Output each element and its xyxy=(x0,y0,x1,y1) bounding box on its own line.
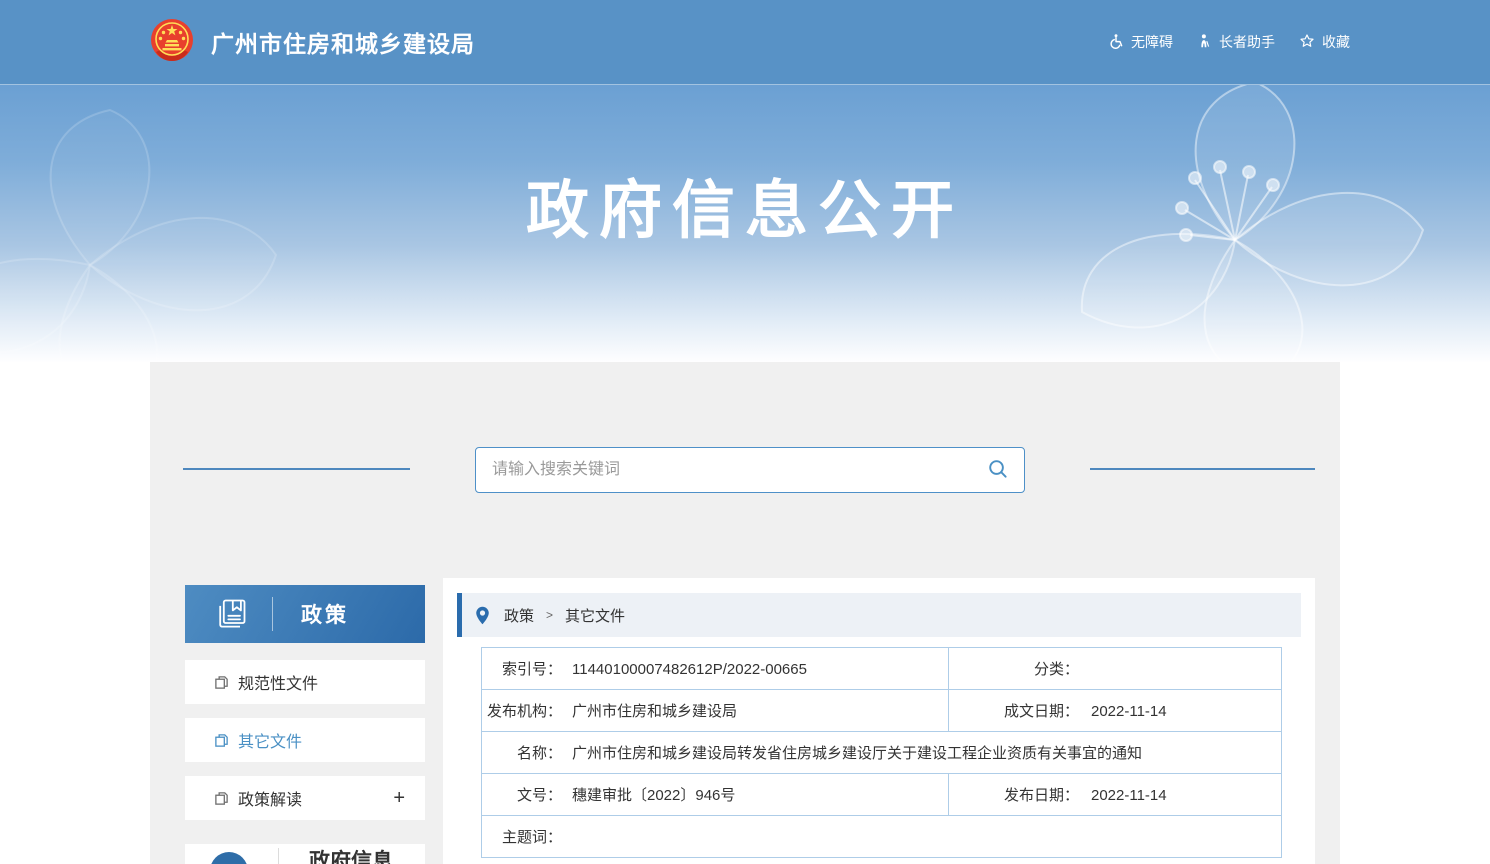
breadcrumb-current[interactable]: 其它文件 xyxy=(565,605,625,626)
search-button[interactable] xyxy=(971,457,1024,483)
sidebar-header-divider xyxy=(272,597,273,631)
page: 广州市住房和城乡建设局 无障碍 xyxy=(0,0,1490,864)
publish-date-label: 发布日期： xyxy=(949,784,1079,805)
top-header: 广州市住房和城乡建设局 无障碍 xyxy=(0,0,1490,85)
location-pin-icon xyxy=(475,606,490,625)
index-number-label: 索引号： xyxy=(482,658,562,679)
page-title: 政府信息公开 xyxy=(0,175,1490,247)
sidebar-section-title: 政策 xyxy=(301,599,349,629)
star-icon xyxy=(1299,33,1315,52)
publish-date-cell: 发布日期： 2022-11-14 xyxy=(949,774,1282,816)
document-name-value: 广州市住房和城乡建设局转发省住房城乡建设厅关于建设工程企业资质有关事宜的通知 xyxy=(572,745,1142,762)
site-title: 广州市住房和城乡建设局 xyxy=(211,25,475,59)
document-icon xyxy=(214,675,229,690)
doc-number-cell: 文号： 穗建审批〔2022〕946号 xyxy=(482,774,949,816)
content-panel: 政策 > 其它文件 索引号： 11440100007482612P/2022-00… xyxy=(443,578,1315,864)
sidebar-item-other-docs[interactable]: 其它文件 xyxy=(185,718,425,762)
breadcrumb: 政策 > 其它文件 xyxy=(457,593,1301,637)
menu-label: 规范性文件 xyxy=(238,670,318,694)
doc-number-value: 穗建审批〔2022〕946号 xyxy=(572,787,735,804)
accessibility-link[interactable]: 无障碍 xyxy=(1108,32,1173,52)
written-date-label: 成文日期： xyxy=(949,700,1079,721)
gov-info-icon xyxy=(210,852,248,864)
brand: 广州市住房和城乡建设局 xyxy=(148,16,475,69)
document-name-label: 名称： xyxy=(482,742,562,763)
publisher-label: 发布机构： xyxy=(482,700,562,721)
sidebar-section-gov-info[interactable]: 政府信息公开 xyxy=(185,844,425,864)
main-container: 政策 规范性文件 其它文件 xyxy=(150,362,1340,864)
category-cell: 分类： xyxy=(949,648,1282,690)
table-row: 名称： 广州市住房和城乡建设局转发省住房城乡建设厅关于建设工程企业资质有关事宜的通… xyxy=(482,732,1282,774)
header-links: 无障碍 长者助手 收藏 xyxy=(1108,32,1350,52)
search-divider-left xyxy=(183,468,410,470)
table-row: 文号： 穗建审批〔2022〕946号 发布日期： 2022-11-14 xyxy=(482,774,1282,816)
sidebar-section-policy[interactable]: 政策 xyxy=(185,585,425,643)
menu-label: 其它文件 xyxy=(238,728,302,752)
publisher-cell: 发布机构： 广州市住房和城乡建设局 xyxy=(482,690,949,732)
accessibility-icon xyxy=(1108,33,1124,52)
breadcrumb-separator: > xyxy=(546,608,553,622)
elder-assistant-icon xyxy=(1197,33,1212,52)
publish-date-value: 2022-11-14 xyxy=(1091,787,1167,804)
table-row: 索引号： 11440100007482612P/2022-00665 分类： xyxy=(482,648,1282,690)
document-icon xyxy=(214,733,229,748)
expand-plus-icon[interactable]: + xyxy=(393,787,405,810)
written-date-cell: 成文日期： 2022-11-14 xyxy=(949,690,1282,732)
book-icon xyxy=(212,596,250,632)
search-divider-right xyxy=(1090,468,1315,470)
document-icon xyxy=(214,791,229,806)
accessibility-label: 无障碍 xyxy=(1131,32,1173,52)
elder-assistant-label: 长者助手 xyxy=(1219,32,1275,52)
search-icon xyxy=(986,457,1009,483)
search-box xyxy=(475,447,1025,493)
search-input[interactable] xyxy=(476,448,971,492)
sidebar-next-divider xyxy=(278,848,279,864)
national-emblem-logo xyxy=(148,16,196,69)
table-row: 发布机构： 广州市住房和城乡建设局 成文日期： 2022-11-14 xyxy=(482,690,1282,732)
favorite-link[interactable]: 收藏 xyxy=(1299,32,1350,52)
table-row: 主题词： xyxy=(482,816,1282,858)
keywords-label: 主题词： xyxy=(482,826,562,847)
publisher-value: 广州市住房和城乡建设局 xyxy=(572,703,737,720)
elder-assistant-link[interactable]: 长者助手 xyxy=(1197,32,1275,52)
sidebar-next-title: 政府信息公开 xyxy=(309,848,409,864)
sidebar-item-policy-interpretation[interactable]: 政策解读 + xyxy=(185,776,425,820)
written-date-value: 2022-11-14 xyxy=(1091,703,1167,720)
index-number-value: 11440100007482612P/2022-00665 xyxy=(572,661,807,678)
doc-number-label: 文号： xyxy=(482,784,562,805)
category-label: 分类： xyxy=(949,658,1079,679)
sidebar-item-normative-docs[interactable]: 规范性文件 xyxy=(185,660,425,704)
keywords-cell: 主题词： xyxy=(482,816,1282,858)
menu-label: 政策解读 xyxy=(238,786,302,810)
breadcrumb-policy[interactable]: 政策 xyxy=(504,605,534,626)
favorite-label: 收藏 xyxy=(1322,32,1350,52)
index-number-cell: 索引号： 11440100007482612P/2022-00665 xyxy=(482,648,949,690)
banner: 政府信息公开 xyxy=(0,85,1490,362)
document-name-cell: 名称： 广州市住房和城乡建设局转发省住房城乡建设厅关于建设工程企业资质有关事宜的通… xyxy=(482,732,1282,774)
sidebar: 政策 规范性文件 其它文件 xyxy=(185,585,425,864)
document-info-table: 索引号： 11440100007482612P/2022-00665 分类： 发布… xyxy=(481,647,1282,858)
